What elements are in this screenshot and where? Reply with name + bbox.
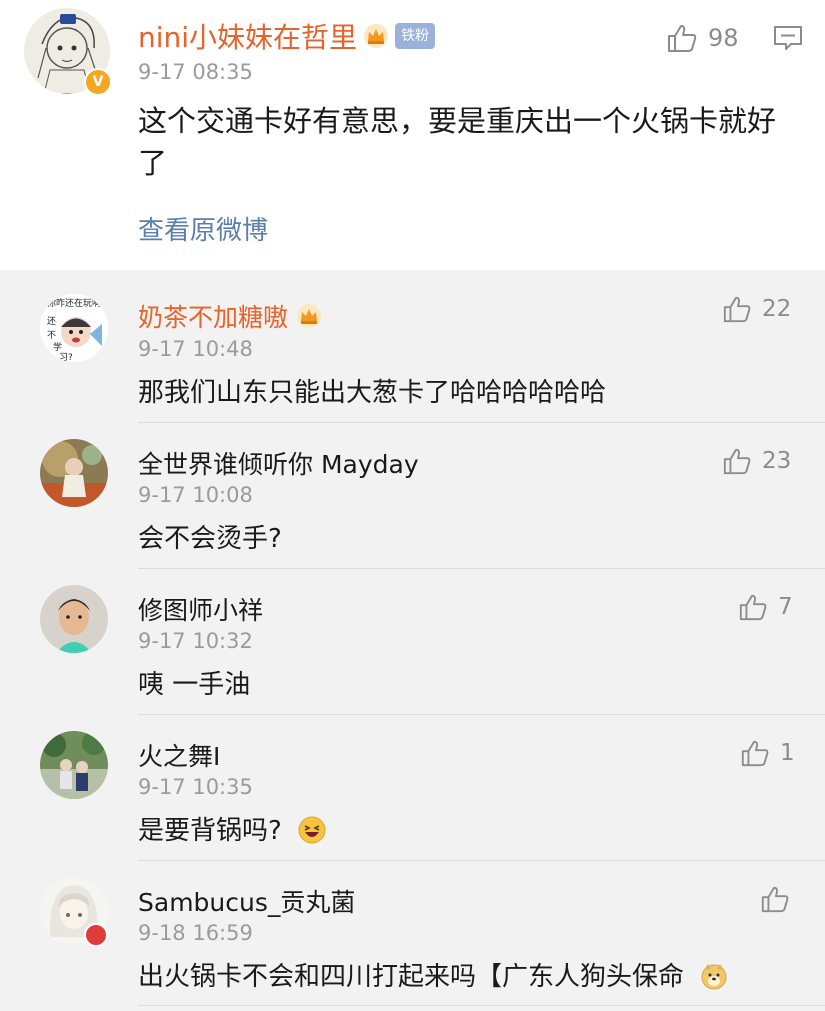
avatar[interactable] [40, 585, 108, 653]
like-button[interactable] [760, 884, 800, 914]
reply-text: 会不会烫手? [138, 524, 282, 554]
reply-item: 修图师小祥 9-17 10:32 咦 一手油 7 [0, 569, 825, 715]
thumbs-up-icon [723, 296, 751, 323]
reply-button[interactable] [773, 24, 803, 56]
verified-v-icon: V [84, 68, 112, 96]
timestamp: 9-18 16:59 [138, 921, 253, 945]
doge-emoji-icon [701, 964, 727, 990]
reply-text-row: 是要背锅吗? [138, 810, 326, 847]
crown-icon [297, 304, 322, 328]
reply-text: 是要背锅吗? [138, 816, 282, 846]
username[interactable]: Sambucus_贡丸菌 [138, 883, 355, 919]
reply-text-row: 出火锅卡不会和四川打起来吗【广东人狗头保命 [138, 956, 728, 993]
thumbs-up-icon [761, 886, 789, 913]
timestamp: 9-17 10:35 [138, 775, 253, 799]
fan-badge: 铁粉 [395, 23, 436, 49]
like-button[interactable]: 1 [740, 738, 795, 768]
reply-item: 火之舞I 9-17 10:35 是要背锅吗? 1 [0, 715, 825, 861]
view-original-link[interactable]: 查看原微博 [138, 210, 268, 247]
avatar-photo-icon [40, 731, 108, 799]
username[interactable]: nini小妹妹在哲里 [138, 16, 357, 56]
avatar-caption: 习? [59, 352, 73, 362]
timestamp: 9-17 10:32 [138, 629, 253, 653]
crown-icon [364, 24, 389, 48]
like-count: 22 [762, 296, 792, 322]
comment-page: V nini小妹妹在哲里 铁粉 9-17 08:35 这个交通卡好有意思，要是重… [0, 0, 825, 1011]
avatar-photo-icon [40, 585, 108, 653]
timestamp: 9-17 08:35 [138, 60, 253, 84]
timestamp: 9-17 10:08 [138, 483, 253, 507]
username[interactable]: 火之舞I [138, 737, 220, 773]
username-row: 奶茶不加糖嗷 [138, 298, 322, 334]
username[interactable]: 全世界谁倾听你 Mayday [138, 445, 419, 481]
avatar-face-icon: 你咋还在玩啊 还 不 学 习? [40, 294, 108, 362]
avatar[interactable] [40, 439, 108, 507]
like-count: 23 [762, 448, 792, 474]
avatar[interactable]: 你咋还在玩啊 还 不 学 习? [40, 294, 108, 362]
main-comment: V nini小妹妹在哲里 铁粉 9-17 08:35 这个交通卡好有意思，要是重… [0, 0, 825, 270]
comment-text: 这个交通卡好有意思，要是重庆出一个火锅卡就好了 [138, 104, 777, 180]
reply-text: 出火锅卡不会和四川打起来吗【广东人狗头保命 [138, 962, 685, 992]
member-badge-icon [84, 923, 108, 947]
avatar[interactable] [40, 731, 108, 799]
avatar-photo-icon [40, 439, 108, 507]
reply-item: 全世界谁倾听你 Mayday 9-17 10:08 会不会烫手? 23 [0, 423, 825, 569]
avatar-caption: 不 [47, 330, 56, 341]
reply-text: 那我们山东只能出大葱卡了哈哈哈哈哈哈 [138, 378, 607, 408]
main-username-row: nini小妹妹在哲里 铁粉 [138, 16, 436, 56]
thumbs-up-icon [723, 448, 751, 475]
comment-bubble-icon [774, 26, 802, 50]
avatar-caption: 还 [47, 315, 56, 327]
like-button[interactable]: 98 [666, 22, 739, 54]
like-button[interactable]: 22 [722, 294, 791, 324]
thumbs-up-icon [739, 594, 767, 621]
like-button[interactable]: 23 [722, 446, 791, 476]
thumbs-up-icon [668, 25, 697, 52]
thumbs-up-icon [741, 740, 769, 767]
like-button[interactable]: 7 [738, 592, 793, 622]
reply-item: 你咋还在玩啊 还 不 学 习? 奶茶不加糖嗷 9-17 10:48 那我们山东只… [0, 270, 825, 423]
like-count: 1 [780, 740, 795, 766]
avatar-caption: 学 [53, 341, 62, 353]
divider [138, 1005, 825, 1006]
reply-text: 咦 一手油 [138, 670, 251, 700]
laughing-emoji-icon [298, 816, 326, 844]
username[interactable]: 奶茶不加糖嗷 [138, 298, 288, 334]
like-count: 98 [708, 24, 739, 52]
reply-item: Sambucus_贡丸菌 9-18 16:59 出火锅卡不会和四川打起来吗【广东… [0, 861, 825, 1011]
timestamp: 9-17 10:48 [138, 337, 253, 361]
username[interactable]: 修图师小祥 [138, 591, 263, 627]
avatar-caption: 你咋还在玩啊 [47, 297, 101, 309]
like-count: 7 [778, 594, 793, 620]
reply-list: 你咋还在玩啊 还 不 学 习? 奶茶不加糖嗷 9-17 10:48 那我们山东只… [0, 270, 825, 1011]
